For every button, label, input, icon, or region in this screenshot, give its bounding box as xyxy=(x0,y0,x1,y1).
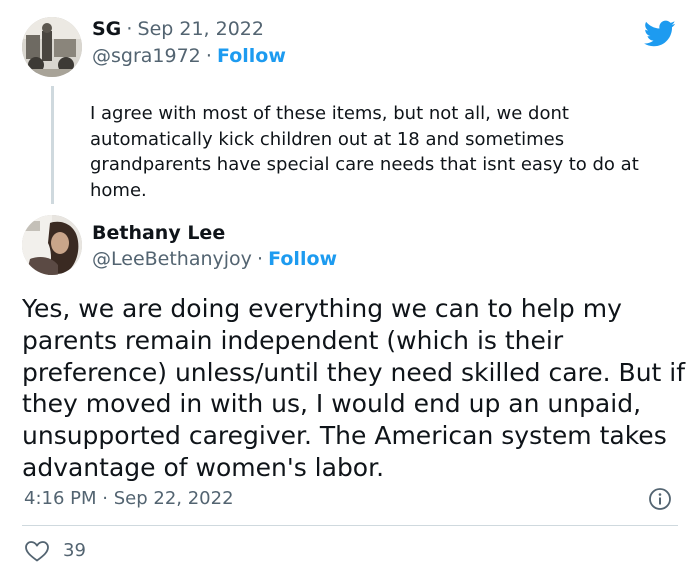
avatar-sg-image xyxy=(22,17,82,77)
separator-dot: · xyxy=(257,248,264,270)
thread-connector-line xyxy=(51,86,54,204)
info-icon[interactable] xyxy=(648,487,672,511)
separator-dot: · xyxy=(205,45,212,67)
tweet-date: Sep 22, 2022 xyxy=(113,488,234,509)
divider xyxy=(22,525,678,526)
reply-header-line1: SG · Sep 21, 2022 xyxy=(92,18,264,40)
main-follow-button[interactable]: Follow xyxy=(268,248,337,270)
main-tweet-text: Yes, we are doing everything we can to h… xyxy=(22,294,686,482)
reply-follow-button[interactable]: Follow xyxy=(217,45,286,67)
separator-dot: · xyxy=(102,488,108,509)
reply-author-handle[interactable]: @sgra1972 xyxy=(92,45,201,67)
reply-tweet-text: I agree with most of these items, but no… xyxy=(90,103,639,201)
main-header-line2: @LeeBethanyjoy · Follow xyxy=(92,248,337,270)
reply-header-line2: @sgra1972 · Follow xyxy=(92,45,286,67)
main-author-handle[interactable]: @LeeBethanyjoy xyxy=(92,248,252,270)
main-header-line1: Bethany Lee xyxy=(92,222,225,244)
tweet-timestamp[interactable]: 4:16 PM · Sep 22, 2022 xyxy=(24,488,234,509)
heart-icon[interactable] xyxy=(24,539,50,563)
reply-author-name[interactable]: SG xyxy=(92,18,121,40)
tweet-time: 4:16 PM xyxy=(24,488,97,509)
avatar-bethany-lee-image xyxy=(22,215,82,275)
avatar-bethany-lee[interactable] xyxy=(22,215,82,275)
avatar-sg[interactable] xyxy=(22,17,82,77)
twitter-bird-icon[interactable] xyxy=(644,20,676,48)
separator-dot: · xyxy=(126,18,133,40)
like-count: 39 xyxy=(63,540,86,561)
reply-date[interactable]: Sep 21, 2022 xyxy=(138,18,264,40)
main-author-name[interactable]: Bethany Lee xyxy=(92,222,225,244)
